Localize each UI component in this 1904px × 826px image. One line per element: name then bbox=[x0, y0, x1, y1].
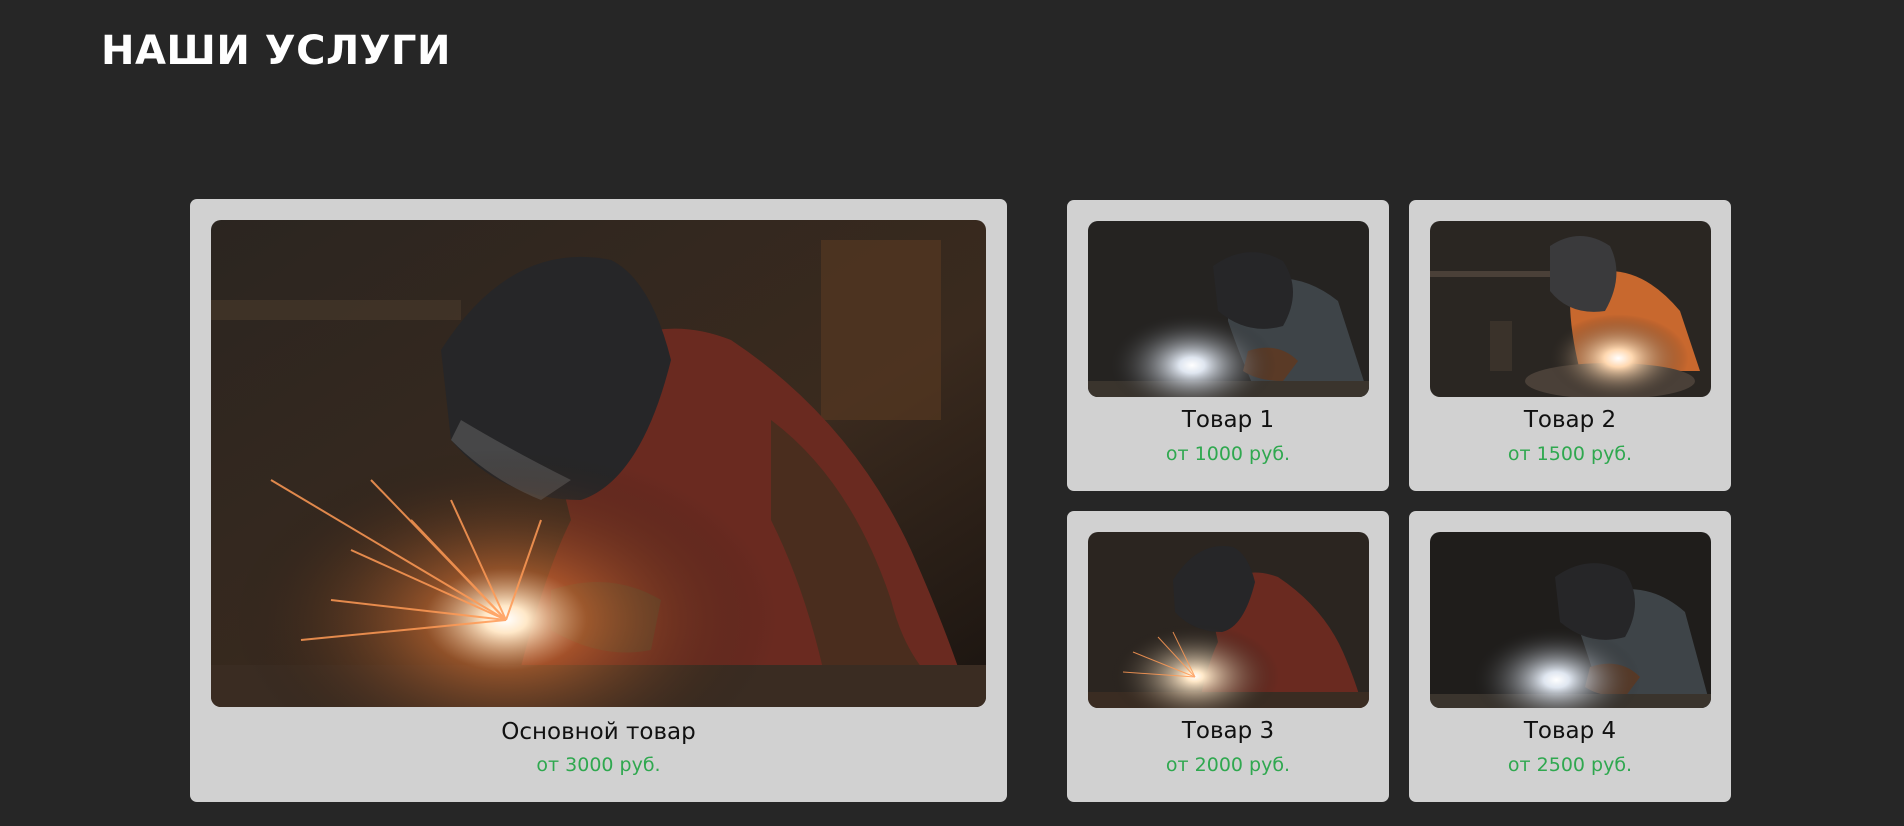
page-title: НАШИ УСЛУГИ bbox=[101, 28, 451, 74]
welder-orange-jacket-photo bbox=[1430, 221, 1711, 397]
product-card[interactable]: Товар 3 от 2000 руб. bbox=[1067, 511, 1389, 802]
product-name: Товар 4 bbox=[1523, 718, 1617, 744]
product-name: Товар 3 bbox=[1181, 718, 1275, 744]
product-price: от 2000 руб. bbox=[1165, 754, 1291, 776]
product-price: от 2500 руб. bbox=[1507, 754, 1633, 776]
welder-photo bbox=[1430, 532, 1711, 708]
welder-sparks-photo bbox=[1088, 532, 1369, 708]
product-price: от 1000 руб. bbox=[1165, 443, 1291, 465]
welder-sparks-photo bbox=[211, 220, 986, 707]
welder-photo bbox=[1088, 221, 1369, 397]
product-card-main[interactable]: Основной товар от 3000 руб. bbox=[190, 199, 1007, 802]
product-price: от 3000 руб. bbox=[536, 754, 661, 776]
product-name: Основной товар bbox=[501, 719, 696, 745]
product-card[interactable]: Товар 4 от 2500 руб. bbox=[1409, 511, 1731, 802]
product-card[interactable]: Товар 2 от 1500 руб. bbox=[1409, 200, 1731, 491]
product-price: от 1500 руб. bbox=[1507, 443, 1633, 465]
product-name: Товар 1 bbox=[1181, 407, 1275, 433]
product-name: Товар 2 bbox=[1523, 407, 1617, 433]
product-card[interactable]: Товар 1 от 1000 руб. bbox=[1067, 200, 1389, 491]
